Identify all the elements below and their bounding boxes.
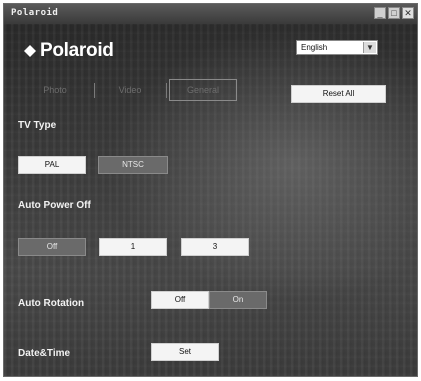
tab-video[interactable]: Video [97, 79, 163, 101]
tab-divider [166, 83, 167, 98]
language-select[interactable]: English ▼ [296, 40, 378, 55]
tab-photo[interactable]: Photo [19, 79, 91, 101]
main-panel: Polaroid English ▼ Photo Video General R… [4, 24, 417, 376]
auto-rotation-on-button[interactable]: On [209, 291, 267, 309]
auto-power-off-1-button[interactable]: 1 [99, 238, 167, 256]
auto-rotation-label: Auto Rotation [18, 298, 85, 309]
brand-logo: Polaroid [24, 40, 114, 62]
auto-power-off-off-button[interactable]: Off [18, 238, 86, 256]
tv-type-ntsc-button[interactable]: NTSC [98, 156, 168, 174]
app-window: Polaroid _ □ ✕ Polaroid English ▼ Photo … [3, 3, 418, 377]
date-time-set-button[interactable]: Set [151, 343, 219, 361]
tab-general[interactable]: General [169, 79, 237, 101]
reset-all-button[interactable]: Reset All [291, 85, 386, 103]
title-bar[interactable]: Polaroid _ □ ✕ [4, 4, 417, 24]
date-time-label: Date&Time [18, 348, 71, 359]
auto-power-off-label: Auto Power Off [18, 200, 91, 211]
tv-type-label: TV Type [18, 120, 57, 131]
tab-divider [94, 83, 95, 98]
logo-text: Polaroid [40, 40, 114, 61]
tv-type-pal-button[interactable]: PAL [18, 156, 86, 174]
window-title: Polaroid [11, 8, 59, 18]
language-value: English [301, 43, 328, 52]
chevron-down-icon[interactable]: ▼ [363, 42, 376, 53]
diamond-icon [24, 45, 36, 57]
minimize-button[interactable]: _ [374, 7, 386, 19]
close-button[interactable]: ✕ [402, 7, 414, 19]
maximize-button[interactable]: □ [388, 7, 400, 19]
auto-rotation-off-button[interactable]: Off [151, 291, 209, 309]
auto-power-off-3-button[interactable]: 3 [181, 238, 249, 256]
